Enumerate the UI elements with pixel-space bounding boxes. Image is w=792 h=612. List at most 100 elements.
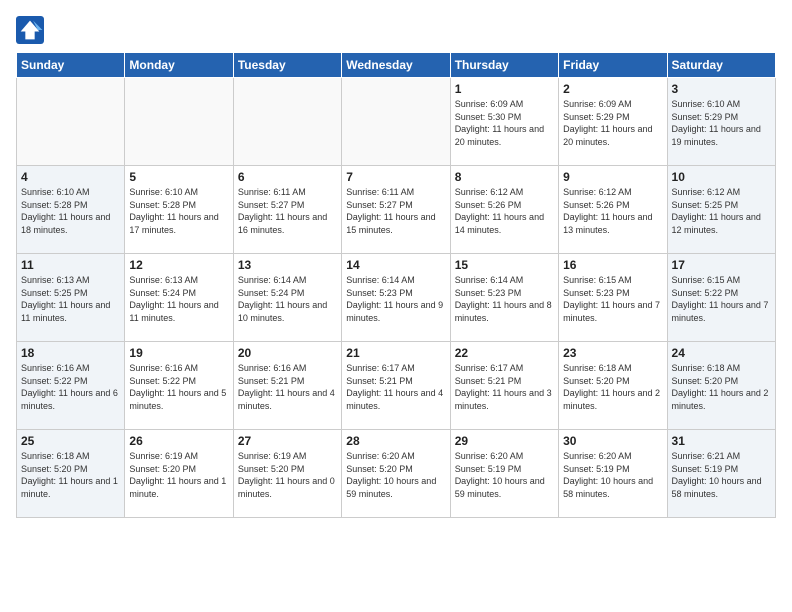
weekday-header: Monday bbox=[125, 53, 233, 78]
calendar-cell: 27 Sunrise: 6:19 AMSunset: 5:20 PMDayligh… bbox=[233, 430, 341, 518]
day-number: 13 bbox=[238, 258, 337, 272]
calendar-cell bbox=[17, 78, 125, 166]
day-number: 15 bbox=[455, 258, 554, 272]
day-number: 26 bbox=[129, 434, 228, 448]
day-info: Sunrise: 6:16 AMSunset: 5:21 PMDaylight:… bbox=[238, 362, 337, 412]
day-info: Sunrise: 6:20 AMSunset: 5:19 PMDaylight:… bbox=[455, 450, 554, 500]
calendar-header-row: SundayMondayTuesdayWednesdayThursdayFrid… bbox=[17, 53, 776, 78]
day-number: 9 bbox=[563, 170, 662, 184]
day-info: Sunrise: 6:16 AMSunset: 5:22 PMDaylight:… bbox=[129, 362, 228, 412]
day-number: 24 bbox=[672, 346, 771, 360]
calendar-cell: 14 Sunrise: 6:14 AMSunset: 5:23 PMDayligh… bbox=[342, 254, 450, 342]
calendar-cell: 28 Sunrise: 6:20 AMSunset: 5:20 PMDayligh… bbox=[342, 430, 450, 518]
calendar-cell: 21 Sunrise: 6:17 AMSunset: 5:21 PMDayligh… bbox=[342, 342, 450, 430]
calendar-cell: 26 Sunrise: 6:19 AMSunset: 5:20 PMDayligh… bbox=[125, 430, 233, 518]
calendar-cell: 31 Sunrise: 6:21 AMSunset: 5:19 PMDayligh… bbox=[667, 430, 775, 518]
weekday-header: Sunday bbox=[17, 53, 125, 78]
calendar-cell: 7Sunrise: 6:11 AMSunset: 5:27 PMDaylight… bbox=[342, 166, 450, 254]
day-number: 17 bbox=[672, 258, 771, 272]
day-number: 2 bbox=[563, 82, 662, 96]
day-number: 27 bbox=[238, 434, 337, 448]
day-number: 19 bbox=[129, 346, 228, 360]
calendar-table: SundayMondayTuesdayWednesdayThursdayFrid… bbox=[16, 52, 776, 518]
day-info: Sunrise: 6:20 AMSunset: 5:20 PMDaylight:… bbox=[346, 450, 445, 500]
calendar-cell: 12Sunrise: 6:13 AMSunset: 5:24 PMDayligh… bbox=[125, 254, 233, 342]
calendar-cell: 29 Sunrise: 6:20 AMSunset: 5:19 PMDayligh… bbox=[450, 430, 558, 518]
day-info: Sunrise: 6:21 AMSunset: 5:19 PMDaylight:… bbox=[672, 450, 771, 500]
day-info: Sunrise: 6:10 AMSunset: 5:28 PMDaylight:… bbox=[21, 186, 120, 236]
day-info: Sunrise: 6:18 AMSunset: 5:20 PMDaylight:… bbox=[21, 450, 120, 500]
calendar-cell: 30 Sunrise: 6:20 AMSunset: 5:19 PMDayligh… bbox=[559, 430, 667, 518]
calendar-cell: 10 Sunrise: 6:12 AMSunset: 5:25 PMDayligh… bbox=[667, 166, 775, 254]
weekday-header: Friday bbox=[559, 53, 667, 78]
day-info: Sunrise: 6:19 AMSunset: 5:20 PMDaylight:… bbox=[238, 450, 337, 500]
calendar-cell: 19 Sunrise: 6:16 AMSunset: 5:22 PMDayligh… bbox=[125, 342, 233, 430]
logo bbox=[16, 16, 50, 44]
weekday-header: Thursday bbox=[450, 53, 558, 78]
calendar-cell: 22Sunrise: 6:17 AMSunset: 5:21 PMDayligh… bbox=[450, 342, 558, 430]
calendar-cell: 25 Sunrise: 6:18 AMSunset: 5:20 PMDayligh… bbox=[17, 430, 125, 518]
day-number: 6 bbox=[238, 170, 337, 184]
calendar-row: 25 Sunrise: 6:18 AMSunset: 5:20 PMDayligh… bbox=[17, 430, 776, 518]
day-info: Sunrise: 6:10 AMSunset: 5:29 PMDaylight:… bbox=[672, 98, 771, 148]
calendar-cell: 8 Sunrise: 6:12 AMSunset: 5:26 PMDaylight… bbox=[450, 166, 558, 254]
calendar-cell: 11 Sunrise: 6:13 AMSunset: 5:25 PMDayligh… bbox=[17, 254, 125, 342]
calendar-cell: 18 Sunrise: 6:16 AMSunset: 5:22 PMDayligh… bbox=[17, 342, 125, 430]
day-info: Sunrise: 6:15 AMSunset: 5:22 PMDaylight:… bbox=[672, 274, 771, 324]
day-number: 5 bbox=[129, 170, 228, 184]
day-number: 4 bbox=[21, 170, 120, 184]
day-number: 20 bbox=[238, 346, 337, 360]
weekday-header: Tuesday bbox=[233, 53, 341, 78]
calendar-cell: 6 Sunrise: 6:11 AMSunset: 5:27 PMDaylight… bbox=[233, 166, 341, 254]
day-info: Sunrise: 6:12 AMSunset: 5:26 PMDaylight:… bbox=[563, 186, 662, 236]
day-number: 1 bbox=[455, 82, 554, 96]
day-info: Sunrise: 6:12 AMSunset: 5:25 PMDaylight:… bbox=[672, 186, 771, 236]
day-info: Sunrise: 6:16 AMSunset: 5:22 PMDaylight:… bbox=[21, 362, 120, 412]
day-info: Sunrise: 6:20 AMSunset: 5:19 PMDaylight:… bbox=[563, 450, 662, 500]
page-header bbox=[16, 16, 776, 44]
calendar-cell: 5Sunrise: 6:10 AMSunset: 5:28 PMDaylight… bbox=[125, 166, 233, 254]
day-info: Sunrise: 6:14 AMSunset: 5:23 PMDaylight:… bbox=[346, 274, 445, 324]
weekday-header: Wednesday bbox=[342, 53, 450, 78]
day-info: Sunrise: 6:19 AMSunset: 5:20 PMDaylight:… bbox=[129, 450, 228, 500]
calendar-row: 11 Sunrise: 6:13 AMSunset: 5:25 PMDayligh… bbox=[17, 254, 776, 342]
weekday-header: Saturday bbox=[667, 53, 775, 78]
day-number: 23 bbox=[563, 346, 662, 360]
day-number: 16 bbox=[563, 258, 662, 272]
day-number: 11 bbox=[21, 258, 120, 272]
day-info: Sunrise: 6:18 AMSunset: 5:20 PMDaylight:… bbox=[563, 362, 662, 412]
calendar-cell: 4 Sunrise: 6:10 AMSunset: 5:28 PMDaylight… bbox=[17, 166, 125, 254]
day-number: 3 bbox=[672, 82, 771, 96]
calendar-cell: 15Sunrise: 6:14 AMSunset: 5:23 PMDayligh… bbox=[450, 254, 558, 342]
day-number: 21 bbox=[346, 346, 445, 360]
day-number: 25 bbox=[21, 434, 120, 448]
calendar-cell: 24 Sunrise: 6:18 AMSunset: 5:20 PMDayligh… bbox=[667, 342, 775, 430]
day-number: 30 bbox=[563, 434, 662, 448]
day-info: Sunrise: 6:09 AMSunset: 5:29 PMDaylight:… bbox=[563, 98, 662, 148]
calendar-cell: 1Sunrise: 6:09 AMSunset: 5:30 PMDaylight… bbox=[450, 78, 558, 166]
day-number: 28 bbox=[346, 434, 445, 448]
calendar-cell: 9 Sunrise: 6:12 AMSunset: 5:26 PMDaylight… bbox=[559, 166, 667, 254]
calendar-row: 4 Sunrise: 6:10 AMSunset: 5:28 PMDaylight… bbox=[17, 166, 776, 254]
day-number: 10 bbox=[672, 170, 771, 184]
day-number: 18 bbox=[21, 346, 120, 360]
calendar-row: 1Sunrise: 6:09 AMSunset: 5:30 PMDaylight… bbox=[17, 78, 776, 166]
day-number: 31 bbox=[672, 434, 771, 448]
calendar-cell: 3 Sunrise: 6:10 AMSunset: 5:29 PMDaylight… bbox=[667, 78, 775, 166]
day-info: Sunrise: 6:15 AMSunset: 5:23 PMDaylight:… bbox=[563, 274, 662, 324]
day-info: Sunrise: 6:11 AMSunset: 5:27 PMDaylight:… bbox=[238, 186, 337, 236]
day-info: Sunrise: 6:17 AMSunset: 5:21 PMDaylight:… bbox=[346, 362, 445, 412]
calendar-row: 18 Sunrise: 6:16 AMSunset: 5:22 PMDayligh… bbox=[17, 342, 776, 430]
calendar-cell: 16 Sunrise: 6:15 AMSunset: 5:23 PMDayligh… bbox=[559, 254, 667, 342]
day-info: Sunrise: 6:13 AMSunset: 5:25 PMDaylight:… bbox=[21, 274, 120, 324]
calendar-cell: 20 Sunrise: 6:16 AMSunset: 5:21 PMDayligh… bbox=[233, 342, 341, 430]
day-info: Sunrise: 6:18 AMSunset: 5:20 PMDaylight:… bbox=[672, 362, 771, 412]
calendar-cell bbox=[233, 78, 341, 166]
day-number: 12 bbox=[129, 258, 228, 272]
day-number: 29 bbox=[455, 434, 554, 448]
day-number: 14 bbox=[346, 258, 445, 272]
calendar-cell: 23 Sunrise: 6:18 AMSunset: 5:20 PMDayligh… bbox=[559, 342, 667, 430]
day-info: Sunrise: 6:12 AMSunset: 5:26 PMDaylight:… bbox=[455, 186, 554, 236]
calendar-cell: 13Sunrise: 6:14 AMSunset: 5:24 PMDayligh… bbox=[233, 254, 341, 342]
day-number: 8 bbox=[455, 170, 554, 184]
